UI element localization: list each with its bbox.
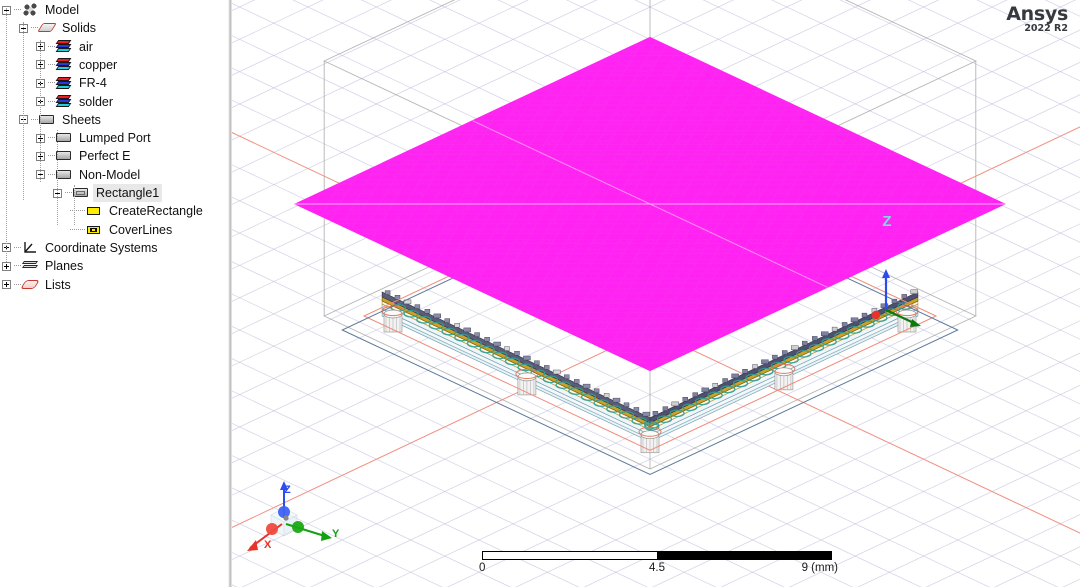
scale-tick-mid: 4.5 — [649, 562, 665, 574]
tree-connector — [31, 27, 38, 29]
tree-guide-line-1 — [23, 22, 24, 200]
tree-connector — [31, 118, 38, 121]
viewport-overlay: Z — [247, 213, 921, 551]
tree-connector — [65, 192, 72, 194]
tree-guide-line-3 — [57, 130, 58, 225]
tree-guide-line-2 — [40, 40, 41, 182]
tree-item-non-model[interactable]: Non-Model — [0, 166, 143, 184]
tree-leaf-connector-2 — [78, 210, 85, 212]
tree-connector — [48, 45, 55, 48]
tree-item-label: Perfect E — [79, 149, 131, 164]
expand-icon[interactable] — [2, 280, 11, 289]
tree-item-model[interactable]: Model — [0, 1, 82, 19]
scale-bar-graphic — [482, 551, 832, 560]
scale-bar-light-half — [483, 552, 657, 559]
tree-item-label: Coordinate Systems — [45, 240, 158, 255]
triad-z-label: Z — [284, 484, 291, 496]
tree-connector — [48, 63, 55, 66]
scale-bar: 0 4.5 9 (mm) — [479, 551, 838, 578]
tree-connector — [48, 173, 55, 176]
tree-item-solids[interactable]: Solids — [0, 19, 99, 37]
tree-item-label: solder — [79, 94, 114, 109]
tree-item-lists[interactable]: Lists — [0, 276, 74, 294]
tree-item-createrectangle[interactable]: CreateRectangle — [0, 202, 206, 220]
tree-connector — [48, 82, 55, 84]
tree-item-label: Solids — [62, 21, 97, 36]
hfss-modeler-window: Model Solids air copper FR-4 solder Sheets Lump… — [0, 0, 1080, 587]
tree-item-planes[interactable]: Planes — [0, 257, 86, 275]
tree-connector — [14, 265, 21, 267]
solid-layers-icon — [55, 76, 72, 90]
solid-layers-icon — [55, 40, 72, 53]
tree-item-label: CreateRectangle — [109, 204, 203, 219]
tree-leaf-connector-2 — [78, 228, 85, 231]
tree-item-solder[interactable]: solder — [0, 93, 116, 111]
triad-x-label: X — [264, 539, 272, 551]
sheet-icon — [56, 168, 72, 182]
model-icon — [22, 3, 38, 17]
yellow-sheet-icon — [86, 204, 102, 218]
origin-axes-marker: Z — [871, 213, 921, 327]
sheet-icon — [56, 149, 72, 163]
tree-item-perfect-e[interactable]: Perfect E — [0, 147, 133, 165]
model-tree-panel[interactable]: Model Solids air copper FR-4 solder Sheets Lump… — [0, 0, 228, 587]
solid-layers-icon — [55, 58, 72, 71]
tree-item-label: Rectangle1 — [93, 184, 163, 202]
tree-item-label: CoverLines — [109, 222, 173, 237]
solids-icon — [37, 21, 57, 35]
tree-guide-line-0 — [6, 8, 7, 262]
tree-connector — [14, 9, 21, 11]
triad-y-label: Y — [332, 528, 340, 540]
planes-icon — [21, 259, 39, 273]
tree-item-copper[interactable]: copper — [0, 56, 120, 74]
tree-item-label: Lumped Port — [79, 131, 151, 146]
tree-connector — [48, 137, 55, 139]
ansys-branding: Ansys 2022 R2 — [1006, 4, 1068, 34]
axes-icon — [22, 241, 38, 255]
tree-item-label: air — [79, 39, 93, 54]
tree-connector — [48, 155, 55, 157]
tree-connector — [48, 100, 55, 103]
tree-item-label: Planes — [45, 259, 84, 274]
expand-icon[interactable] — [2, 261, 11, 271]
scale-bar-ticks: 0 4.5 9 (mm) — [479, 562, 838, 578]
solid-layers-icon — [55, 95, 72, 108]
svg-text:Z: Z — [882, 213, 891, 230]
scale-tick-start: 0 — [479, 562, 486, 574]
tree-item-label: Lists — [45, 277, 71, 292]
lists-icon — [20, 278, 40, 292]
tree-item-coordinate-systems[interactable]: Coordinate Systems — [0, 239, 161, 257]
sheet-icon — [39, 113, 55, 127]
tree-item-label: Non-Model — [79, 167, 141, 182]
tree-item-fr-4[interactable]: FR-4 — [0, 74, 110, 92]
scale-bar-dark-half — [657, 552, 831, 559]
3d-viewport[interactable]: Z Ansys 2022 R2 X Y Z 0 4.5 9 (mm) — [232, 0, 1080, 587]
tree-connector — [14, 283, 21, 286]
tree-guide-line-4 — [74, 185, 75, 225]
sheet-icon — [73, 186, 89, 200]
scale-tick-end: 9 (mm) — [801, 562, 838, 574]
tree-item-sheets[interactable]: Sheets — [0, 111, 104, 129]
yellow-frame-icon — [86, 223, 102, 237]
tree-item-label: FR-4 — [79, 76, 107, 91]
tree-item-label: Model — [45, 3, 80, 17]
tree-item-label: copper — [79, 57, 118, 72]
ansys-logo-text: Ansys — [1006, 3, 1068, 25]
tree-leaf-connector — [70, 228, 77, 231]
tree-item-rectangle1[interactable]: Rectangle1 — [0, 184, 163, 202]
tree-connector — [14, 246, 21, 249]
tree-item-air[interactable]: air — [0, 38, 96, 56]
tree-item-label: Sheets — [62, 112, 101, 127]
tree-item-coverlines[interactable]: CoverLines — [0, 221, 175, 239]
sheet-icon — [56, 131, 72, 145]
